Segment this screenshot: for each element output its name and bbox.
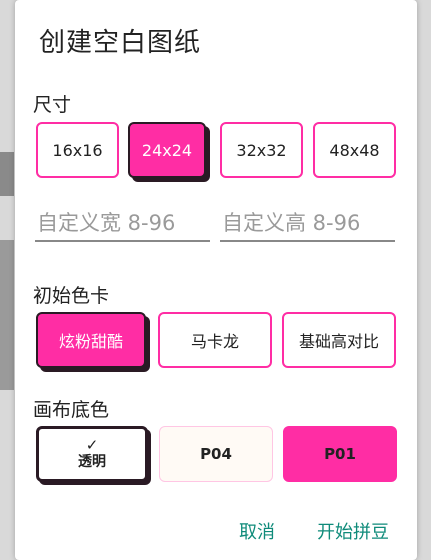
canvas-bg-section-label: 画布底色	[33, 399, 110, 421]
palette-option-pink-sweet-cool[interactable]: 炫粉甜酷	[36, 312, 146, 368]
backdrop-left-strip	[0, 240, 14, 390]
custom-height-input[interactable]	[220, 206, 395, 242]
size-option-48x48[interactable]: 48x48	[313, 122, 396, 178]
canvas-bg-p01-label: P01	[324, 445, 356, 463]
dialog-title: 创建空白图纸	[39, 28, 202, 58]
size-option-24x24[interactable]: 24x24	[128, 122, 206, 178]
palette-option-high-contrast[interactable]: 基础高对比	[282, 312, 396, 368]
backdrop-left-strip	[0, 152, 14, 196]
custom-width-input[interactable]	[35, 206, 210, 242]
size-option-32x32[interactable]: 32x32	[220, 122, 303, 178]
start-beading-button[interactable]: 开始拼豆	[317, 518, 389, 544]
size-option-16x16[interactable]: 16x16	[36, 122, 119, 178]
size-section-label: 尺寸	[33, 94, 72, 116]
canvas-bg-p01[interactable]: P01	[283, 426, 397, 482]
cancel-button[interactable]: 取消	[239, 518, 275, 544]
check-icon: ✓	[85, 436, 99, 454]
create-blank-pattern-dialog: 创建空白图纸 尺寸 16x16 24x24 32x32 48x48 初始色卡 炫…	[15, 0, 417, 560]
palette-option-macaron[interactable]: 马卡龙	[158, 312, 272, 368]
canvas-bg-transparent-label: 透明	[78, 454, 106, 470]
canvas-bg-transparent[interactable]: ✓ 透明	[36, 426, 148, 482]
palette-section-label: 初始色卡	[33, 285, 110, 307]
canvas-bg-p04-label: P04	[200, 445, 232, 463]
canvas-bg-p04[interactable]: P04	[159, 426, 273, 482]
